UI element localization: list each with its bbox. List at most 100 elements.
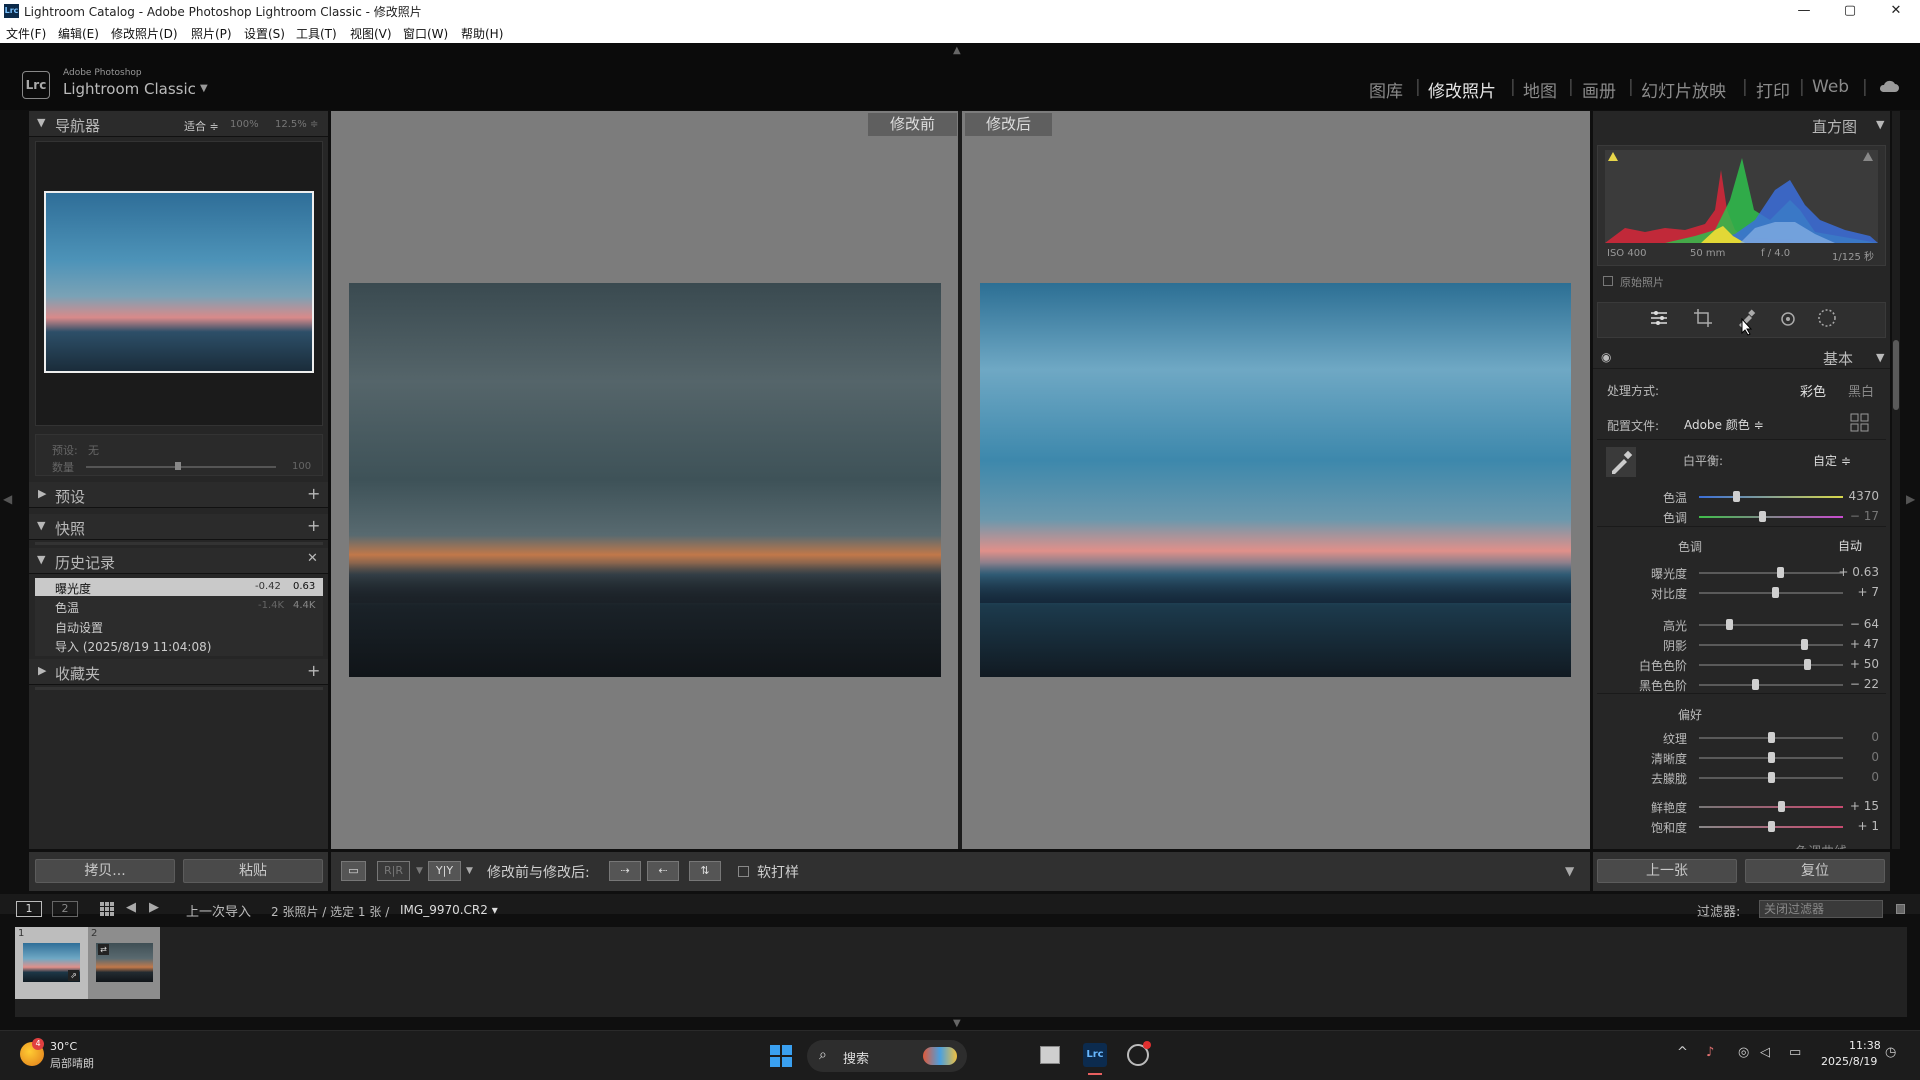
auto-tone-button[interactable]: 自动 [1838,537,1862,554]
current-filename[interactable]: IMG_9970.CR2 ▾ [400,903,498,917]
paste-button[interactable]: 粘贴 [183,859,323,883]
original-photo-checkbox[interactable] [1603,276,1613,286]
maximize-button[interactable]: ▢ [1827,0,1873,22]
module-develop[interactable]: 修改照片 [1428,77,1496,102]
volume-icon[interactable]: ◁ [1760,1045,1770,1060]
amount-slider[interactable] [86,466,276,468]
slider-thumb[interactable] [1768,732,1775,743]
history-item[interactable]: 自动设置 [55,619,103,636]
slider-track[interactable] [1699,516,1843,518]
slider-value[interactable]: + 0.63 [1833,565,1879,579]
navigator-thumbnail[interactable] [44,191,314,373]
back-arrow-icon[interactable]: ◀ [126,900,136,915]
slider-thumb[interactable] [1768,772,1775,783]
menu-settings[interactable]: 设置(S) [244,25,285,42]
slider-value[interactable]: − 17 [1833,509,1879,523]
menu-help[interactable]: 帮助(H) [461,25,503,42]
highlight-clipping-icon[interactable] [1863,152,1873,161]
taskbar-search[interactable]: ⌕ 搜索 [807,1040,967,1072]
slider-thumb[interactable] [1726,619,1734,630]
white-balance-eyedropper-icon[interactable] [1606,447,1636,477]
mic-icon[interactable]: ♪ [1706,1045,1714,1060]
collections-header[interactable]: ▶ 收藏夹 + [29,659,328,685]
language-icon[interactable]: ◎ [1738,1045,1749,1060]
presets-header[interactable]: ▶ 预设 + [29,482,328,508]
right-panel-toggle-icon[interactable]: ▶ [1906,492,1915,506]
slider-value[interactable]: + 15 [1833,799,1879,813]
treatment-color[interactable]: 彩色 [1800,381,1826,400]
after-image[interactable] [980,283,1571,677]
navigator-header[interactable]: ▼ 导航器 适合 ≑ 100% 12.5% ≑ [29,111,328,137]
profile-browser-grid-icon[interactable] [1850,413,1870,433]
history-header[interactable]: ▼ 历史记录 ✕ [29,548,328,574]
right-panel-scrollbar[interactable] [1892,111,1900,849]
history-item[interactable]: 导入 (2025/8/19 11:04:08) [55,638,211,655]
before-after-ab-icon[interactable]: R|R [377,861,410,881]
slider-value[interactable]: 0 [1833,730,1879,744]
grid-view-icon[interactable] [100,902,114,916]
panel-visibility-eye-icon[interactable]: ◉ [1601,350,1611,364]
scrollbar-thumb[interactable] [1893,340,1899,410]
slider-track[interactable] [1699,644,1843,646]
slider-thumb[interactable] [1733,491,1741,502]
filmstrip-cell-1[interactable]: 1 ⇗ [15,927,88,999]
profile-select[interactable]: Adobe 颜色 ≑ [1684,416,1764,433]
crop-icon[interactable] [1693,308,1713,328]
module-library[interactable]: 图库 [1369,77,1403,102]
slider-value[interactable]: 0 [1833,770,1879,784]
slider-thumb[interactable] [1752,679,1760,690]
slider-value[interactable]: − 22 [1833,677,1879,691]
filmstrip-source[interactable]: 上一次导入 [186,901,251,920]
slider-thumb[interactable] [1801,639,1809,650]
slider-thumb[interactable] [1804,659,1811,670]
copy-after-to-before-icon[interactable]: ⇠ [647,861,679,881]
slider-value[interactable]: + 50 [1833,657,1879,671]
wb-select[interactable]: 自定 ≑ [1813,452,1851,469]
slider-thumb[interactable] [1776,567,1784,578]
dropdown-arrow-icon[interactable]: ▼ [416,866,423,876]
slider-value[interactable]: − 64 [1833,617,1879,631]
menu-develop[interactable]: 修改照片(D) [111,25,178,42]
dropdown-arrow-icon[interactable]: ▼ [466,866,473,876]
slider-track[interactable] [1699,664,1843,666]
slider-value[interactable]: + 47 [1833,637,1879,651]
slider-thumb[interactable] [1759,511,1767,522]
before-image[interactable] [349,283,941,677]
toolbar-menu-icon[interactable]: ▼ [1565,864,1574,878]
filter-lock-icon[interactable] [1896,904,1905,914]
battery-icon[interactable]: ▭ [1789,1045,1801,1060]
notification-bell-icon[interactable]: ◷ [1885,1045,1896,1060]
clock-date[interactable]: 2025/8/19 [1821,1055,1877,1068]
add-snapshot-icon[interactable]: + [307,516,320,535]
minimize-button[interactable]: — [1781,0,1827,22]
red-eye-icon[interactable] [1777,308,1797,328]
slider-track[interactable] [1699,572,1843,574]
clear-history-icon[interactable]: ✕ [307,551,318,566]
zoom-fit[interactable]: 适合 ≑ [184,118,219,134]
forward-arrow-icon[interactable]: ▶ [149,900,159,915]
slider-track[interactable] [1699,496,1843,498]
module-map[interactable]: 地图 [1523,77,1557,102]
menu-file[interactable]: 文件(F) [6,25,46,42]
close-button[interactable]: ✕ [1873,0,1919,22]
snapshots-header[interactable]: ▼ 快照 + [29,514,328,540]
menu-tools[interactable]: 工具(T) [296,25,337,42]
filter-select[interactable]: 关闭过滤器 [1759,900,1883,918]
masking-icon[interactable] [1817,308,1837,328]
taskbar-lrc-icon[interactable]: Lrc [1083,1043,1107,1067]
edit-sliders-icon[interactable] [1649,308,1669,328]
slider-thumb[interactable] [1768,752,1775,763]
menu-view[interactable]: 视图(V) [350,25,392,42]
loupe-view-icon[interactable]: ▭ [341,861,366,881]
before-after-yy-icon[interactable]: Y|Y [428,861,461,881]
reset-button[interactable]: 复位 [1745,859,1885,883]
add-collection-icon[interactable]: + [307,661,320,680]
slider-track[interactable] [1699,806,1843,808]
slider-thumb[interactable] [1772,587,1780,598]
histogram-header[interactable]: 直方图 ▼ [1593,111,1890,137]
collapse-bottom-arrow[interactable]: ▼ [953,1018,961,1029]
slider-value[interactable]: 0 [1833,750,1879,764]
add-preset-icon[interactable]: + [307,484,320,503]
slider-thumb[interactable] [1778,801,1786,812]
copy-before-to-after-icon[interactable]: ⇢ [609,861,641,881]
